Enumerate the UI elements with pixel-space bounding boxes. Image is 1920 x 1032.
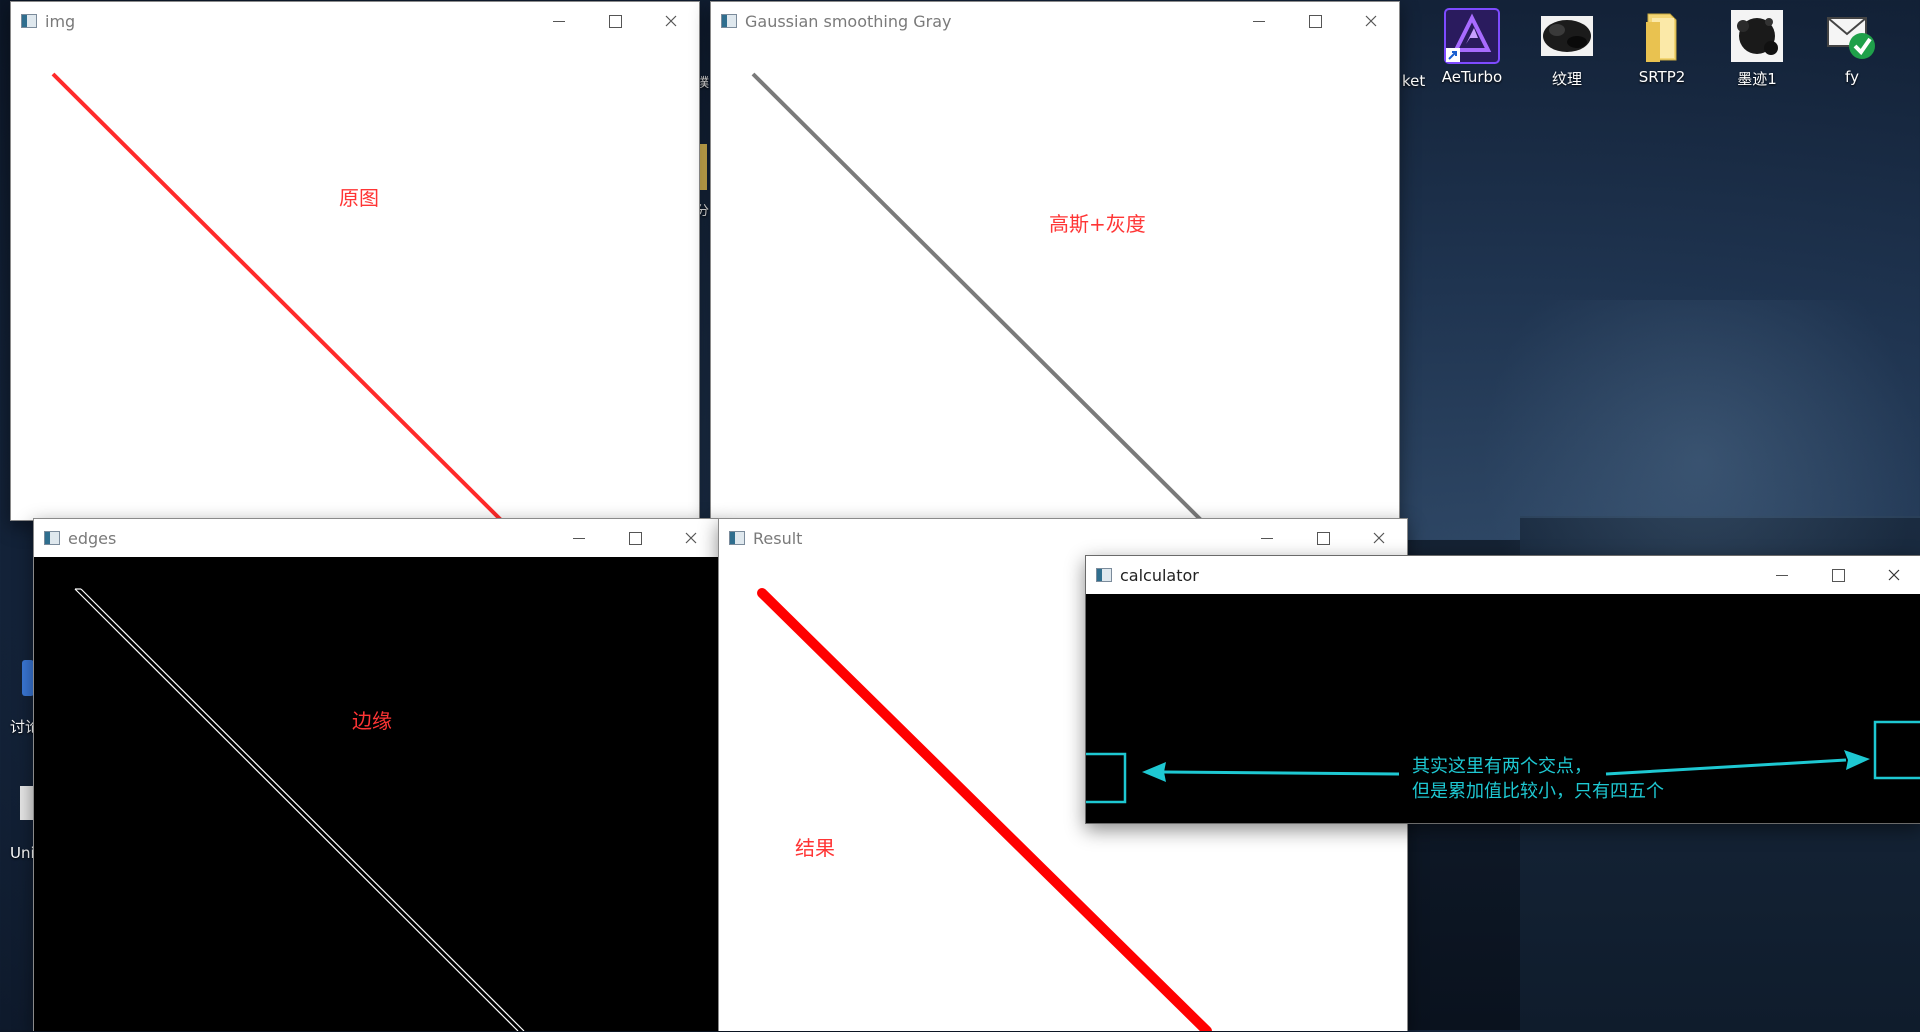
opencv-window-icon: [721, 14, 737, 28]
ink-splash-icon: [1729, 8, 1785, 64]
titlebar[interactable]: Gaussian smoothing Gray: [711, 2, 1399, 40]
note-line: 其实这里有两个交点，: [1412, 756, 1592, 777]
desktop-icon-label: SRTP2: [1638, 68, 1686, 86]
close-button[interactable]: [663, 519, 719, 557]
folder-icon: [1634, 8, 1690, 64]
image-canvas: 边缘: [34, 557, 719, 1031]
desktop-icon-texture[interactable]: 纹理: [1522, 8, 1612, 89]
annotation-label: 结果: [795, 836, 835, 860]
annotation-label: 原图: [339, 186, 379, 210]
close-button[interactable]: [1343, 2, 1399, 40]
smoothed-line: [751, 72, 1203, 520]
window-title: calculator: [1120, 565, 1199, 585]
minimize-button[interactable]: [1754, 556, 1810, 594]
desktop-icon-label: AeTurbo: [1441, 68, 1503, 86]
maximize-button[interactable]: [607, 519, 663, 557]
maximize-button[interactable]: [1287, 2, 1343, 40]
edge-line: [80, 588, 525, 1031]
desktop-icon-ink1[interactable]: 墨迹1: [1712, 8, 1802, 89]
minimize-button[interactable]: [1231, 2, 1287, 40]
desktop-icon-srtp2[interactable]: SRTP2: [1617, 8, 1707, 86]
close-icon: [665, 15, 677, 27]
close-icon: [1365, 15, 1377, 27]
desktop-icon-label: 纹理: [1551, 70, 1582, 88]
titlebar[interactable]: calculator: [1086, 556, 1920, 594]
opencv-window-icon: [21, 14, 37, 28]
highlight-box-right: [1873, 720, 1920, 780]
arrow-right-icon: [1844, 750, 1870, 770]
titlebar[interactable]: edges: [34, 519, 719, 557]
accumulator-canvas: 其实这里有两个交点， 但是累加值比较小，只有四五个: [1086, 594, 1920, 823]
desktop-icon-label-partial[interactable]: ket: [1402, 72, 1425, 90]
window-title: Gaussian smoothing Gray: [745, 11, 952, 31]
desktop-icon-fy[interactable]: fy: [1807, 8, 1897, 86]
close-button[interactable]: [643, 2, 699, 40]
arrow-left-icon: [1142, 762, 1166, 782]
image-canvas: 原图: [11, 40, 699, 520]
annotation-label: 高斯+灰度: [1049, 212, 1146, 236]
window-gaussian[interactable]: Gaussian smoothing Gray 高斯+灰度: [710, 1, 1400, 521]
canvas-drawing: [51, 72, 503, 520]
accumulator-note: 其实这里有两个交点， 但是累加值比较小，只有四五个: [1412, 754, 1664, 804]
close-button[interactable]: [1866, 556, 1920, 594]
titlebar[interactable]: img: [11, 2, 699, 40]
maximize-button[interactable]: [1295, 519, 1351, 557]
ink-texture-icon: [1539, 8, 1595, 64]
highlight-box-left: [1086, 752, 1127, 804]
desktop-icon-partial[interactable]: [20, 786, 34, 820]
opencv-window-icon: [729, 531, 745, 545]
close-button[interactable]: [1351, 519, 1407, 557]
maximize-button[interactable]: [1810, 556, 1866, 594]
opencv-window-icon: [44, 531, 60, 545]
minimize-button[interactable]: [1239, 519, 1295, 557]
canvas-drawing: [74, 588, 525, 1031]
arrow-left-shaft: [1163, 770, 1400, 776]
image-canvas: 高斯+灰度: [711, 40, 1399, 520]
opencv-window-icon: [1096, 568, 1112, 582]
aeturbo-app-icon: [1444, 8, 1500, 64]
mail-check-icon: [1824, 8, 1880, 64]
maximize-button[interactable]: [587, 2, 643, 40]
close-icon: [685, 532, 697, 544]
close-icon: [1373, 532, 1385, 544]
canvas-drawing: [751, 72, 1203, 520]
annotation-label: 边缘: [352, 709, 392, 733]
window-title: img: [45, 11, 76, 31]
close-icon: [1888, 569, 1900, 581]
detected-line: [51, 72, 503, 520]
desktop-icon-aeturbo[interactable]: AeTurbo: [1427, 8, 1517, 86]
minimize-button[interactable]: [531, 2, 587, 40]
window-title: Result: [753, 528, 803, 548]
note-line: 但是累加值比较小，只有四五个: [1412, 781, 1664, 802]
window-img[interactable]: img 原图: [10, 1, 700, 521]
desktop-icon-label: fy: [1845, 68, 1859, 86]
edge-line: [74, 588, 519, 1031]
desktop-icon-label: 墨迹1: [1737, 70, 1777, 88]
window-edges[interactable]: edges 边缘: [33, 518, 720, 1031]
minimize-button[interactable]: [551, 519, 607, 557]
titlebar[interactable]: Result: [719, 519, 1407, 557]
desktop-icon-label-partial[interactable]: Uni: [10, 844, 35, 862]
window-calculator[interactable]: calculator 其实这里有两个交点， 但是累加值比较小，只有四五个: [1085, 555, 1920, 824]
window-title: edges: [68, 528, 117, 548]
